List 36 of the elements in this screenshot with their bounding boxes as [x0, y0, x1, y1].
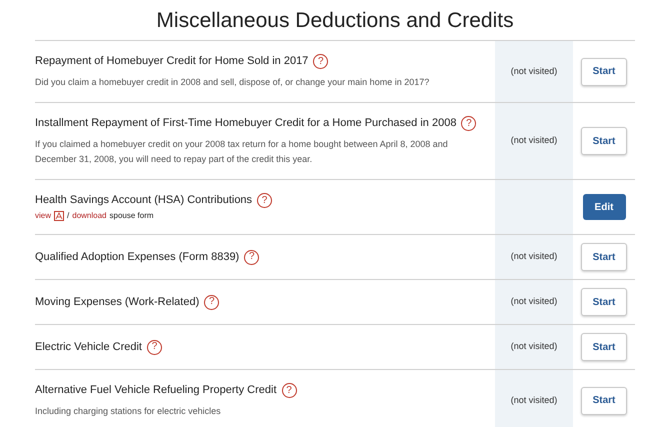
- item-title: Installment Repayment of First-Time Homebuyer Credit for a Home Purchased in 2008: [35, 116, 456, 131]
- help-button[interactable]: ?: [313, 54, 328, 69]
- item-description: Did you claim a homebuyer credit in 2008 and sell, dispose of, or change your main home in 2017?: [35, 76, 430, 89]
- item-title: Alternative Fuel Vehicle Refueling Property Credit: [35, 383, 277, 398]
- item-title: Moving Expenses (Work-Related): [35, 294, 200, 310]
- download-link[interactable]: download: [72, 210, 106, 222]
- help-button[interactable]: ?: [257, 193, 272, 208]
- page-title: Miscellaneous Deductions and Credits: [156, 8, 514, 34]
- item-description: If you claimed a homebuyer credit on your 2008 tax return for a home bought between April 8, 2008 and December 31, 2008, you will need to repay part of the credit this year.: [35, 138, 449, 166]
- help-button[interactable]: ?: [244, 250, 260, 264]
- item-description: Including charging stations for electric vehicles: [35, 405, 222, 418]
- help-button[interactable]: ?: [282, 383, 297, 398]
- pdf-icon: [54, 211, 64, 221]
- item-title: Health Savings Account (HSA) Contributions: [35, 193, 252, 208]
- help-button[interactable]: ?: [204, 294, 220, 310]
- status-cell: (not visited): [495, 280, 573, 324]
- help-button[interactable]: ?: [461, 116, 476, 131]
- start-button[interactable]: Start: [581, 127, 627, 155]
- status-cell: (not visited): [495, 235, 573, 279]
- help-button[interactable]: ?: [147, 340, 162, 354]
- status-cell: (not visited): [495, 325, 573, 369]
- start-button[interactable]: Start: [581, 288, 627, 316]
- start-button[interactable]: Start: [581, 386, 627, 414]
- link-separator: /: [67, 210, 70, 222]
- view-link[interactable]: view: [35, 210, 52, 222]
- start-button[interactable]: Start: [581, 243, 627, 271]
- status-cell: (not visited): [495, 370, 573, 427]
- edit-button[interactable]: Edit: [582, 194, 626, 220]
- status-cell: (not visited): [495, 41, 573, 102]
- status-cell: (not visited): [495, 103, 573, 179]
- form-label: spouse form: [110, 210, 154, 222]
- start-button[interactable]: Start: [581, 333, 627, 361]
- start-button[interactable]: Start: [581, 58, 627, 86]
- item-title: Qualified Adoption Expenses (Form 8839): [35, 250, 240, 264]
- item-title: Electric Vehicle Credit: [35, 340, 142, 354]
- item-title: Repayment of Homebuyer Credit for Home Sold in 2017: [35, 54, 308, 69]
